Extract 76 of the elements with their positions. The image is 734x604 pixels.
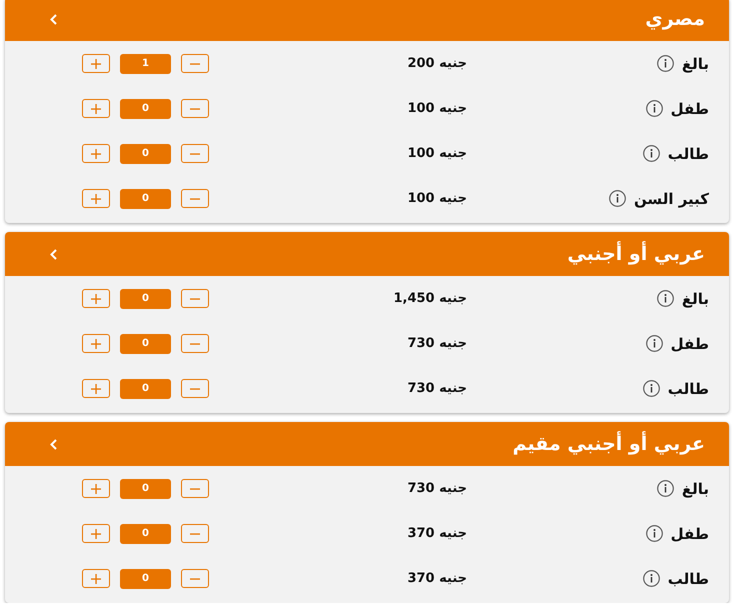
decrease-button[interactable] (181, 189, 209, 208)
decrease-button[interactable] (181, 99, 209, 118)
category-title: عربي أو أجنبي مقيم (512, 433, 705, 455)
increase-button[interactable] (82, 479, 110, 498)
decrease-button[interactable] (181, 289, 209, 308)
quantity-field[interactable]: 0 (120, 478, 171, 498)
decrease-button[interactable] (181, 144, 209, 163)
price-text: 370 جنيه (407, 571, 467, 586)
increase-button[interactable] (82, 379, 110, 398)
chevron-left-icon[interactable] (50, 248, 57, 260)
plus-icon (91, 338, 101, 348)
chevron-left-icon[interactable] (50, 14, 57, 24)
category-title: مصري (645, 8, 705, 30)
category-title: عربي أو أجنبي (567, 243, 705, 265)
decrease-button[interactable] (181, 334, 209, 353)
ticket-type-label: طفل (670, 334, 709, 352)
plus-icon (91, 528, 101, 538)
increase-button[interactable] (82, 334, 110, 353)
info-icon[interactable] (642, 145, 660, 162)
increase-button[interactable] (82, 54, 110, 73)
info-icon[interactable] (642, 380, 660, 397)
info-icon[interactable] (646, 100, 663, 117)
price-text: 100 جنيه (407, 191, 467, 206)
info-icon[interactable] (656, 55, 674, 72)
increase-button[interactable] (82, 524, 110, 543)
ticket-type-label: طفل (670, 524, 709, 542)
quantity-field[interactable]: 0 (120, 524, 171, 544)
plus-icon (91, 294, 101, 304)
decrease-button[interactable] (181, 54, 209, 73)
quantity-field[interactable]: 1 (120, 54, 171, 74)
plus-icon (91, 58, 101, 68)
chevron-left-icon[interactable] (50, 438, 57, 450)
quantity-field[interactable]: 0 (120, 98, 171, 118)
quantity-field[interactable]: 0 (120, 144, 171, 164)
plus-icon (91, 104, 101, 114)
ticket-type-label: طالب (668, 570, 709, 588)
decrease-button[interactable] (181, 569, 209, 588)
decrease-button[interactable] (181, 479, 209, 498)
plus-icon (91, 194, 101, 204)
quantity-field[interactable]: 0 (120, 288, 171, 308)
plus-icon (91, 384, 101, 394)
price-text: 370 جنيه (407, 526, 467, 541)
ticket-type-label: طفل (670, 100, 709, 118)
plus-icon (91, 484, 101, 494)
ticket-type-label: بالغ (682, 54, 709, 72)
info-icon[interactable] (656, 480, 674, 497)
ticket-type-label: كبير السن (634, 190, 709, 208)
info-icon[interactable] (646, 335, 663, 352)
quantity-field[interactable]: 0 (120, 378, 171, 398)
info-icon[interactable] (646, 525, 663, 542)
info-icon[interactable] (642, 570, 660, 587)
ticket-type-label: طالب (668, 144, 709, 162)
quantity-field[interactable]: 0 (120, 188, 171, 208)
quantity-field[interactable]: 0 (120, 334, 171, 354)
plus-icon (91, 574, 101, 584)
price-text: 730 جنيه (407, 381, 467, 396)
price-text: 730 جنيه (407, 481, 467, 496)
price-text: 730 جنيه (407, 336, 467, 351)
ticket-type-label: طالب (668, 380, 709, 398)
price-text: 100 جنيه (407, 101, 467, 116)
price-text: 200 جنيه (407, 56, 467, 71)
increase-button[interactable] (82, 569, 110, 588)
increase-button[interactable] (82, 289, 110, 308)
ticket-type-label: بالغ (682, 480, 709, 498)
decrease-button[interactable] (181, 524, 209, 543)
ticket-type-label: بالغ (682, 290, 709, 308)
info-icon[interactable] (608, 190, 626, 207)
price-text: 1,450 جنيه (393, 291, 467, 306)
decrease-button[interactable] (181, 379, 209, 398)
price-text: 100 جنيه (407, 146, 467, 161)
increase-button[interactable] (82, 99, 110, 118)
quantity-field[interactable]: 0 (120, 568, 171, 588)
info-icon[interactable] (656, 290, 674, 307)
increase-button[interactable] (82, 144, 110, 163)
plus-icon (91, 148, 101, 158)
increase-button[interactable] (82, 189, 110, 208)
